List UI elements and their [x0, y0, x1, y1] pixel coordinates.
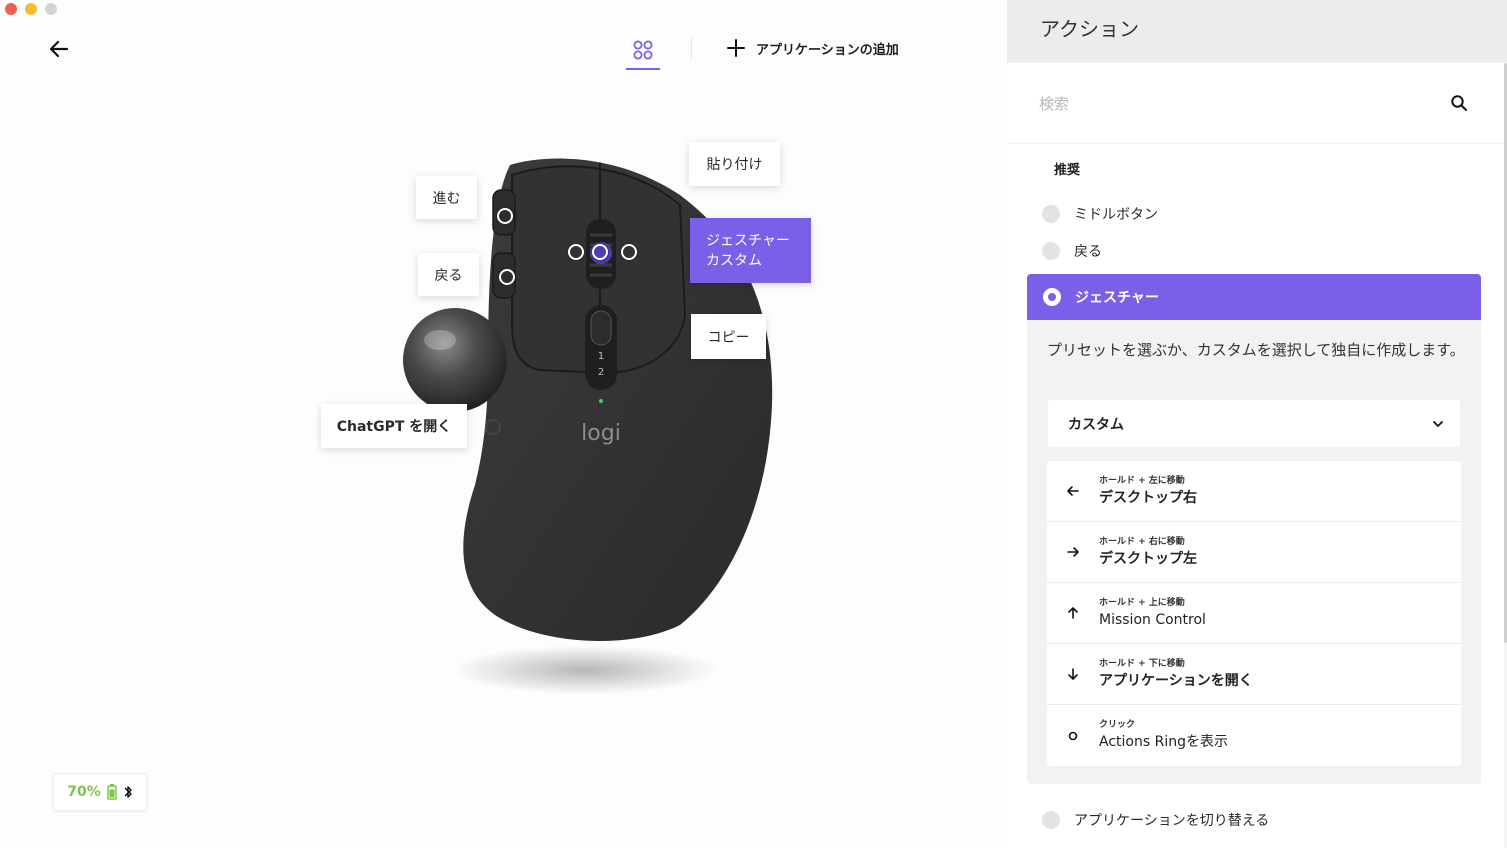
- section-recommended: 推奨: [1054, 163, 1081, 178]
- gesture-callout-line1: ジェスチャー: [706, 232, 790, 249]
- gesture-callout[interactable]: ジェスチャー カスタム: [690, 218, 811, 283]
- dpi-label-1: 1: [598, 351, 604, 362]
- back-button[interactable]: [48, 38, 70, 60]
- gesture-callout-line2: カスタム: [706, 252, 762, 269]
- arrow-left-icon: [49, 40, 69, 58]
- window-controls: [5, 3, 57, 15]
- gesture-item-down[interactable]: ホールド + 下に移動 アプリケーションを開く: [1047, 644, 1461, 705]
- search-icon[interactable]: [1450, 94, 1468, 112]
- gesture-item-click[interactable]: クリック Actions Ringを表示: [1047, 705, 1461, 766]
- panel-title: アクション: [1040, 17, 1139, 41]
- all-apps-button[interactable]: [626, 37, 660, 71]
- close-window-button[interactable]: [5, 3, 17, 15]
- gesture-action: Mission Control: [1099, 611, 1206, 628]
- gesture-action: アプリケーションを開く: [1099, 672, 1253, 689]
- back-callout[interactable]: 戻る: [418, 253, 479, 296]
- forward-callout-label: 進む: [432, 190, 461, 207]
- preset-selected-value: カスタム: [1068, 416, 1124, 433]
- option-label: ミドルボタン: [1074, 207, 1158, 223]
- gesture-action: デスクトップ左: [1099, 550, 1197, 567]
- gesture-hint: ホールド + 左に移動: [1099, 475, 1185, 486]
- gesture-list: ホールド + 左に移動 デスクトップ右 ホールド + 右に移動 デスクトップ左 …: [1047, 461, 1461, 766]
- device-workspace: アプリケーションの追加 1 2 logi 貼り付け 進む ジェスチャー カスタム…: [0, 0, 1007, 848]
- arrow-right-icon: [1067, 547, 1079, 557]
- gesture-action: Actions Ringを表示: [1099, 734, 1228, 750]
- apps-grid-icon: [633, 40, 653, 60]
- gesture-item-right[interactable]: ホールド + 右に移動 デスクトップ左: [1047, 522, 1461, 583]
- plus-icon: [727, 39, 745, 57]
- middle-button-hotspot[interactable]: [592, 244, 608, 260]
- radio-unselected-icon[interactable]: [1042, 242, 1060, 260]
- open-chatgpt-callout-label: ChatGPT を開く: [336, 419, 452, 435]
- preset-dropdown[interactable]: カスタム: [1048, 400, 1460, 447]
- gesture-hint: ホールド + 右に移動: [1099, 536, 1185, 547]
- wheel-tilt-left-hotspot[interactable]: [568, 244, 584, 260]
- battery-icon: [107, 784, 117, 800]
- gesture-item-left[interactable]: ホールド + 左に移動 デスクトップ右: [1047, 461, 1461, 522]
- gesture-hint: クリック: [1099, 720, 1136, 730]
- arrow-down-icon: [1068, 668, 1078, 680]
- radio-unselected-icon[interactable]: [1042, 811, 1060, 829]
- active-tab-indicator: [626, 68, 660, 70]
- open-chatgpt-callout[interactable]: ChatGPT を開く: [321, 404, 467, 448]
- forward-button-hotspot[interactable]: [497, 208, 513, 224]
- brand-logo: logi: [581, 421, 621, 446]
- panel-body: 推奨 ミドルボタン 戻る ジェスチャー プリセットを選ぶか、カスタムを選択して独…: [1007, 63, 1504, 848]
- option-gesture[interactable]: ジェスチャー: [1027, 274, 1481, 320]
- option-label: ジェスチャー: [1075, 290, 1159, 306]
- bluetooth-icon: [124, 786, 132, 798]
- dpi-label-2: 2: [598, 367, 604, 378]
- radio-unselected-icon[interactable]: [1042, 205, 1060, 223]
- circle-icon: [1068, 731, 1078, 740]
- option-label: 戻る: [1074, 244, 1102, 260]
- divider: [691, 38, 692, 60]
- copy-callout[interactable]: コピー: [691, 314, 766, 359]
- actions-panel: アクション 推奨 ミドルボタン 戻る ジェスチャー プリセットを選ぶか、カスタム…: [1007, 0, 1507, 848]
- option-label: アプリケーションを切り替える: [1074, 813, 1270, 829]
- minimize-window-button[interactable]: [25, 3, 37, 15]
- arrow-left-icon: [1067, 486, 1079, 496]
- option-middle-button[interactable]: ミドルボタン: [1042, 200, 1158, 228]
- radio-selected-icon[interactable]: [1043, 288, 1061, 306]
- forward-callout[interactable]: 進む: [416, 176, 477, 219]
- panel-header: アクション: [1007, 0, 1507, 62]
- arrow-up-icon: [1068, 607, 1078, 619]
- gesture-hint: ホールド + 上に移動: [1099, 597, 1185, 608]
- copy-callout-label: コピー: [707, 329, 750, 346]
- option-back[interactable]: 戻る: [1042, 237, 1102, 265]
- battery-status: 70%: [53, 773, 147, 811]
- wheel-tilt-right-hotspot[interactable]: [621, 244, 637, 260]
- gesture-description: プリセットを選ぶか、カスタムを選択して独自に作成します。: [1047, 341, 1465, 359]
- trackball-button-hotspot[interactable]: [485, 419, 501, 435]
- search-bar: [1007, 63, 1504, 144]
- option-switch-application[interactable]: アプリケーションを切り替える: [1042, 806, 1269, 834]
- chevron-down-icon: [1433, 420, 1443, 427]
- paste-callout-label: 貼り付け: [706, 157, 763, 173]
- add-application-button[interactable]: アプリケーションの追加: [726, 38, 899, 58]
- zoom-window-button[interactable]: [45, 3, 57, 15]
- search-input[interactable]: [1037, 90, 1421, 118]
- gesture-action: デスクトップ右: [1099, 489, 1197, 506]
- battery-percent: 70%: [67, 784, 101, 800]
- gesture-item-up[interactable]: ホールド + 上に移動 Mission Control: [1047, 583, 1461, 644]
- mouse-shadow: [450, 645, 720, 695]
- gesture-option-card: ジェスチャー プリセットを選ぶか、カスタムを選択して独自に作成します。 カスタム…: [1027, 274, 1481, 784]
- gesture-hint: ホールド + 下に移動: [1099, 658, 1185, 669]
- add-application-label: アプリケーションの追加: [756, 42, 899, 58]
- paste-callout[interactable]: 貼り付け: [689, 142, 780, 186]
- back-callout-label: 戻る: [434, 267, 463, 284]
- back-button-hotspot[interactable]: [499, 269, 515, 285]
